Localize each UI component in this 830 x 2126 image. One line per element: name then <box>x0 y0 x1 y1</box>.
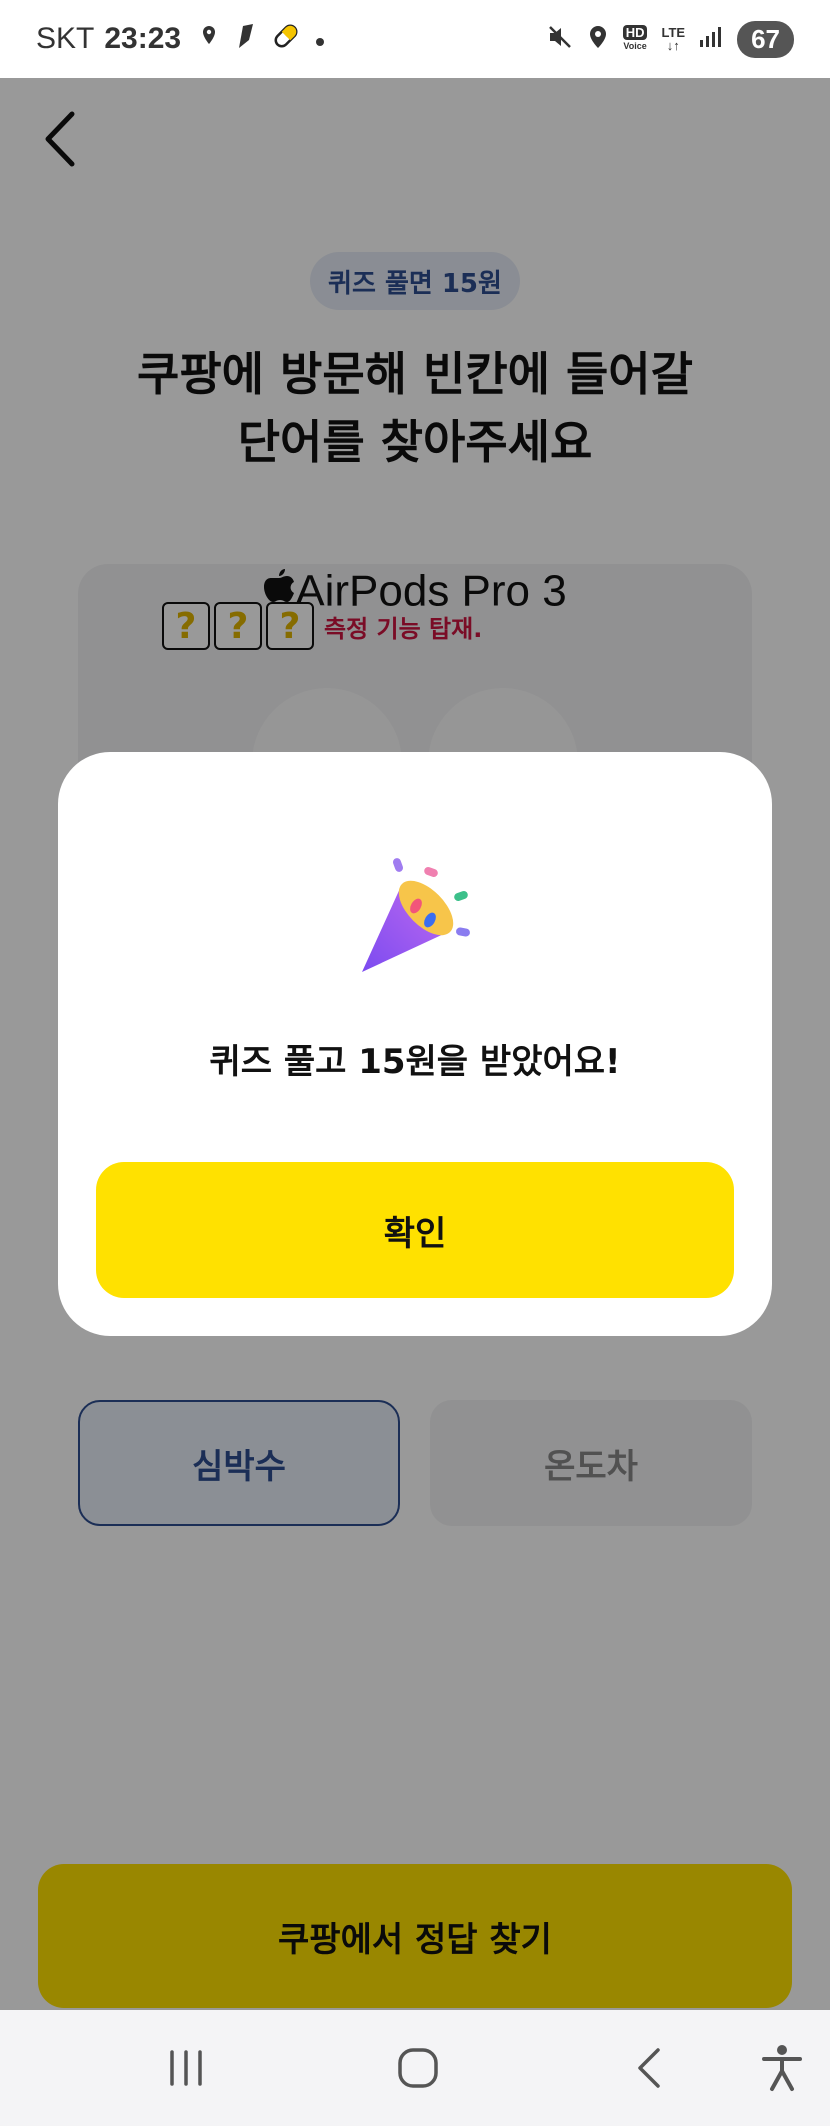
recent-apps-icon <box>170 2050 202 2086</box>
notification-dot-icon <box>315 25 325 53</box>
home-icon <box>398 2048 438 2088</box>
home-button[interactable] <box>388 2038 448 2098</box>
leaf-icon <box>233 22 257 56</box>
confirm-button[interactable]: 확인 <box>96 1162 734 1298</box>
reward-dialog: 퀴즈 풀고 15원을 받았어요! 확인 <box>58 752 772 1336</box>
party-popper-icon <box>350 854 500 984</box>
lte-icon: LTE ↓↑ <box>661 25 686 53</box>
carrier-label: SKT <box>36 22 95 55</box>
pill-icon <box>271 21 301 57</box>
battery-icon: 67 <box>737 20 794 58</box>
accessibility-icon <box>762 2045 802 2091</box>
location-dot-icon <box>199 24 219 54</box>
system-nav-bar <box>0 2010 830 2126</box>
back-arrow-icon <box>638 2048 660 2088</box>
clock: 23:23 <box>104 22 182 55</box>
location-icon <box>587 24 609 55</box>
status-bar: SKT 23:23 HD Voice LTE ↓↑ 67 <box>0 0 830 78</box>
accessibility-button[interactable] <box>752 2038 812 2098</box>
hd-voice-icon: HD Voice <box>622 25 648 51</box>
signal-icon <box>699 26 723 53</box>
dialog-message: 퀴즈 풀고 15원을 받았어요! <box>209 1042 621 1082</box>
back-nav-button[interactable] <box>620 2038 680 2098</box>
recent-apps-button[interactable] <box>156 2038 216 2098</box>
mute-icon <box>547 24 573 55</box>
